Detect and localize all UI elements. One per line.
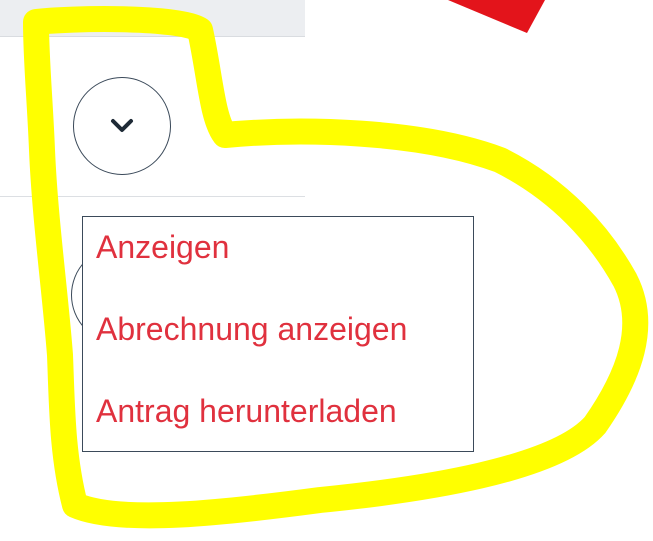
menu-item-anzeigen[interactable]: Anzeigen xyxy=(96,227,229,267)
menu-item-antrag-herunterladen[interactable]: Antrag herunterladen xyxy=(96,391,397,431)
row-divider xyxy=(0,196,305,197)
table-header-bar xyxy=(0,0,305,37)
menu-item-abrechnung-anzeigen[interactable]: Abrechnung anzeigen xyxy=(96,309,407,349)
row-expand-button[interactable] xyxy=(73,77,171,175)
red-arrow-icon xyxy=(448,0,545,33)
action-dropdown-menu: Anzeigen Abrechnung anzeigen Antrag heru… xyxy=(82,216,474,452)
chevron-down-icon xyxy=(111,119,133,132)
